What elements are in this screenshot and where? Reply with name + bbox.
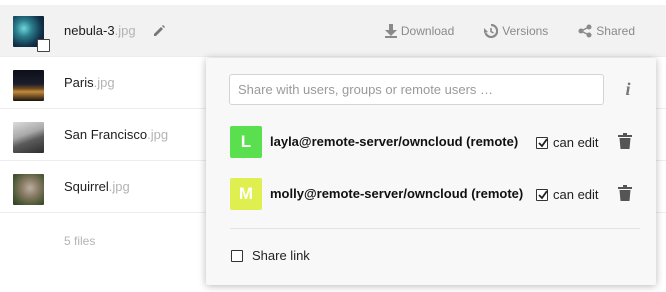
shared-label: Shared [596, 24, 635, 38]
trash-icon[interactable] [618, 185, 632, 201]
file-thumbnail[interactable] [13, 122, 44, 153]
download-icon [384, 24, 397, 38]
can-edit-checkbox[interactable] [536, 188, 548, 201]
file-row-nebula[interactable]: nebula-3.jpg Download Versions Shared [0, 5, 666, 57]
checkmark-icon [538, 137, 548, 147]
share-link-toggle[interactable]: Share link [231, 248, 310, 263]
file-name-extension: .jpg [93, 75, 115, 90]
avatar: L [230, 126, 262, 158]
divider [230, 228, 640, 229]
versions-action[interactable]: Versions [484, 24, 548, 38]
share-icon [578, 24, 592, 38]
share-entry: M molly@remote-server/owncloud (remote) … [230, 178, 650, 212]
can-edit-label: can edit [553, 135, 599, 150]
file-name[interactable]: nebula-3.jpg [64, 5, 136, 57]
download-label: Download [400, 24, 455, 38]
file-name-extension: .jpg [147, 127, 169, 142]
can-edit-toggle[interactable]: can edit [536, 187, 599, 202]
file-name-extension: .jpg [114, 23, 136, 38]
can-edit-toggle[interactable]: can edit [536, 135, 599, 150]
share-entry: L layla@remote-server/owncloud (remote) … [230, 126, 650, 160]
file-name-base: Squirrel [64, 179, 109, 194]
can-edit-checkbox[interactable] [536, 136, 548, 149]
file-thumbnail[interactable] [13, 174, 44, 205]
shared-action[interactable]: Shared [578, 24, 635, 38]
share-link-checkbox[interactable] [231, 249, 243, 262]
file-count: 5 files [64, 234, 96, 248]
avatar: M [230, 178, 262, 210]
file-thumbnail[interactable] [13, 70, 44, 101]
info-icon[interactable]: i [623, 80, 633, 98]
share-with-input[interactable] [229, 74, 604, 105]
share-dropdown: i L layla@remote-server/owncloud (remote… [206, 58, 656, 285]
checkmark-icon [538, 189, 548, 199]
trash-icon[interactable] [618, 133, 632, 149]
share-recipient: molly@remote-server/owncloud (remote) [270, 186, 524, 201]
file-name-base: Paris [64, 75, 94, 90]
file-name[interactable]: Paris.jpg [64, 57, 115, 109]
file-name[interactable]: Squirrel.jpg [64, 161, 130, 213]
file-name-extension: .jpg [108, 179, 130, 194]
history-icon [484, 24, 499, 38]
share-recipient: layla@remote-server/owncloud (remote) [270, 134, 519, 149]
pencil-icon[interactable] [152, 24, 166, 38]
download-action[interactable]: Download [384, 24, 455, 38]
file-name-base: nebula-3 [64, 23, 115, 38]
file-actions: Download Versions Shared [384, 5, 666, 57]
select-checkbox[interactable] [37, 39, 50, 52]
file-name[interactable]: San Francisco.jpg [64, 109, 168, 161]
can-edit-label: can edit [553, 187, 599, 202]
file-name-base: San Francisco [64, 127, 148, 142]
versions-label: Versions [502, 24, 549, 38]
share-link-label: Share link [252, 248, 310, 263]
